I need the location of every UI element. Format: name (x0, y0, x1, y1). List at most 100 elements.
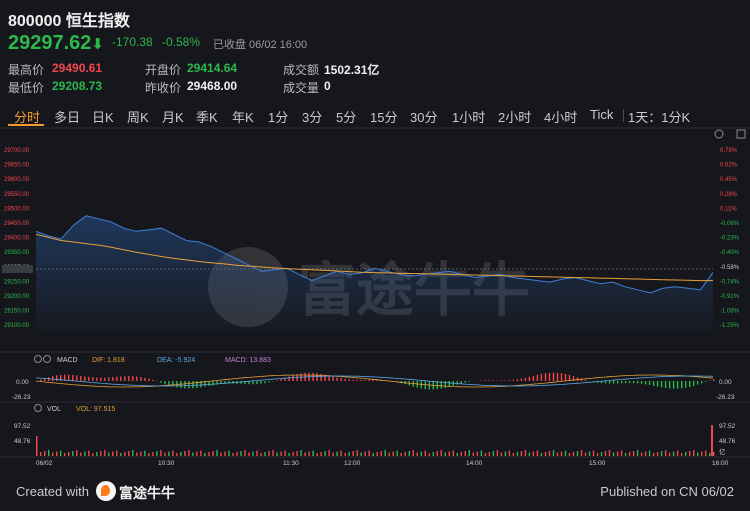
macd-bar (92, 377, 94, 381)
expand-icon[interactable] (736, 129, 746, 139)
volume-bar (88, 450, 90, 456)
volume-bar (296, 451, 298, 456)
volume-bar (508, 450, 511, 456)
volume-bar (616, 451, 619, 456)
volume-bar (628, 452, 631, 456)
volume-bar (396, 450, 398, 456)
pct-axis-tick: 0.79% (720, 148, 738, 154)
volume-bar (176, 453, 178, 456)
macd-bar (100, 377, 102, 381)
volume-bar (612, 452, 615, 456)
vol-unit: 亿 (719, 447, 726, 456)
volume-bar (168, 451, 170, 456)
macd-bar (532, 375, 535, 381)
macd-bar (80, 375, 82, 381)
pct-axis-tick: 0.45% (720, 177, 738, 183)
volume-bar (604, 451, 607, 456)
macd-bar (560, 373, 563, 381)
macd-bar (140, 377, 142, 381)
volume-bar (432, 452, 434, 456)
price-axis-tick: 29150.00 (4, 309, 30, 315)
macd-bar (608, 381, 611, 384)
volume-bar (60, 450, 62, 456)
macd-bar (676, 381, 679, 389)
macd-bar (104, 377, 106, 381)
volume-bar (709, 453, 711, 456)
volume-bar (676, 450, 679, 456)
volume-bar (380, 451, 382, 456)
vol-settings-icon[interactable] (34, 404, 42, 412)
volume-bar (448, 451, 450, 456)
volume-bar (256, 450, 258, 456)
macd-bar (192, 381, 194, 389)
volume-bar (244, 450, 246, 456)
volume-bar (681, 453, 683, 456)
macd-tick-0: 0.00 (16, 379, 29, 386)
refresh-icon[interactable] (714, 129, 724, 139)
volume-bar (316, 453, 318, 456)
volume-bar (556, 452, 559, 456)
macd-tick-right-1: -26.23 (716, 394, 735, 401)
volume-bar (428, 453, 430, 456)
macd-bar (264, 381, 266, 384)
volume-bar (268, 451, 270, 456)
volume-bar (132, 450, 134, 456)
price-axis-tick: 29500.00 (4, 206, 30, 212)
macd-bar (336, 377, 338, 381)
macd-bar (260, 381, 262, 384)
macd-bar (652, 381, 655, 386)
macd-bar (492, 380, 495, 381)
vol-label: VOL (47, 406, 61, 413)
time-axis-tick: 06/02 (36, 460, 53, 467)
pct-axis-tick: -0.40% (720, 250, 740, 256)
macd-bar (496, 380, 499, 381)
volume-bar (128, 451, 130, 456)
macd-bar (128, 376, 130, 381)
volume-bar (372, 453, 374, 456)
macd-bar (564, 374, 567, 381)
volume-bar (124, 452, 126, 456)
volume-bar (200, 450, 202, 456)
volume-bar (644, 451, 647, 456)
volume-bar (424, 450, 426, 456)
volume-bar (488, 452, 491, 456)
volume-bar (80, 452, 82, 456)
macd-bar (160, 381, 162, 383)
price-axis-tick: 29600.00 (4, 177, 30, 183)
volume-bar (356, 450, 358, 456)
macd-bar (136, 376, 138, 381)
volume-bar (328, 450, 330, 456)
macd-bar (120, 376, 122, 381)
pct-axis-tick: 0.28% (720, 192, 738, 198)
volume-bar (76, 450, 78, 456)
macd-bar (132, 376, 134, 381)
macd-bar (540, 373, 543, 381)
volume-bar (52, 452, 54, 456)
volume-bar (144, 450, 146, 456)
macd-settings-icon[interactable] (34, 355, 51, 363)
macd-tick-1: -26.23 (12, 394, 31, 401)
volume-bar (308, 451, 310, 456)
macd-bar (344, 378, 346, 381)
macd-bar (460, 381, 462, 384)
pct-axis-tick: -1.08% (720, 309, 740, 315)
volume-bar (436, 451, 438, 456)
macd-bar (164, 381, 166, 385)
volume-bar (468, 450, 470, 456)
price-axis-tick: 29200.00 (4, 294, 30, 300)
volume-bar (284, 450, 286, 456)
futu-logo-icon (96, 481, 116, 501)
macd-bar (636, 381, 639, 384)
macd-bar (624, 381, 627, 384)
volume-bar (264, 452, 266, 456)
macd-label: MACD (57, 357, 78, 364)
volume-bar (532, 451, 535, 456)
macd-bar (96, 377, 98, 381)
macd-bar (40, 379, 42, 381)
macd-bar (288, 376, 290, 381)
macd-bar (252, 381, 254, 385)
volume-bar (484, 453, 487, 456)
volume-bar (292, 452, 294, 456)
macd-bar (693, 381, 695, 386)
volume-bar (204, 453, 206, 456)
